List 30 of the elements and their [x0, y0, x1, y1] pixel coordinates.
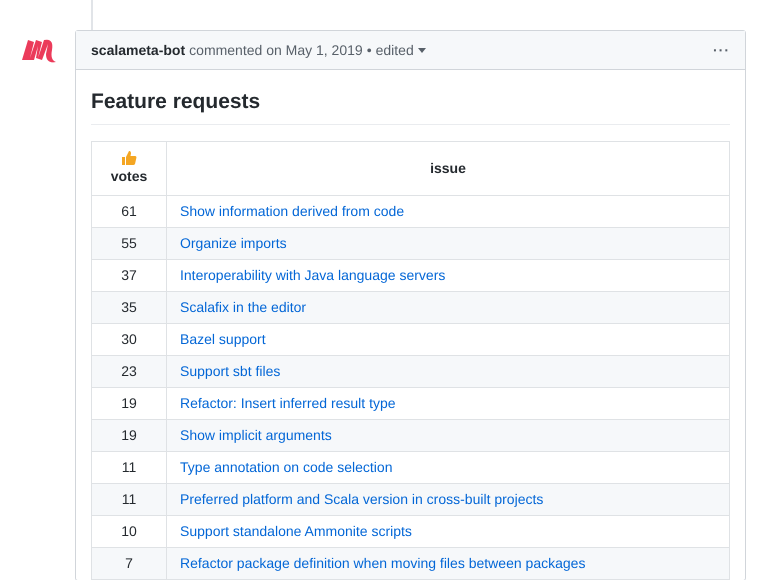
votes-heading: votes — [110, 166, 148, 186]
table-cell: 7 — [92, 547, 166, 579]
issue-link[interactable]: Show implicit arguments — [180, 426, 332, 442]
separator-dot: • — [366, 40, 372, 60]
table-cell: 30 — [92, 323, 166, 355]
table-cell: 37 — [92, 259, 166, 291]
thumbs-up-icon — [121, 150, 137, 166]
table-cell: 11 — [92, 451, 166, 483]
table-cell: 19 — [92, 387, 166, 419]
table-header: issue — [166, 141, 730, 195]
issue-link[interactable]: Show information derived from code — [180, 202, 404, 218]
table-cell: 19 — [92, 419, 166, 451]
caret-icon — [418, 48, 426, 52]
author-link[interactable]: scalameta-bot — [91, 40, 186, 60]
more-options-button[interactable]: ··· — [713, 40, 730, 60]
table-cell: 10 — [92, 515, 166, 547]
issue-link[interactable]: Refactor: Insert inferred result type — [180, 394, 396, 410]
table-cell: 11 — [92, 483, 166, 515]
issue-link[interactable]: Scalafix in the editor — [180, 298, 306, 314]
table-cell: 35 — [92, 291, 166, 323]
issue-link[interactable]: Organize imports — [180, 234, 287, 250]
section-heading: Feature requests — [91, 86, 730, 124]
comment-meta: commented on May 1, 2019 — [189, 40, 363, 60]
issue-link[interactable]: Support sbt files — [180, 362, 280, 378]
table-cell: 23 — [92, 355, 166, 387]
edited-dropdown[interactable]: edited — [376, 40, 426, 60]
table-cell: 61 — [92, 195, 166, 227]
table-cell: 55 — [92, 227, 166, 259]
issue-link[interactable]: Type annotation on code selection — [180, 458, 392, 474]
issue-link[interactable]: Bazel support — [180, 330, 266, 346]
